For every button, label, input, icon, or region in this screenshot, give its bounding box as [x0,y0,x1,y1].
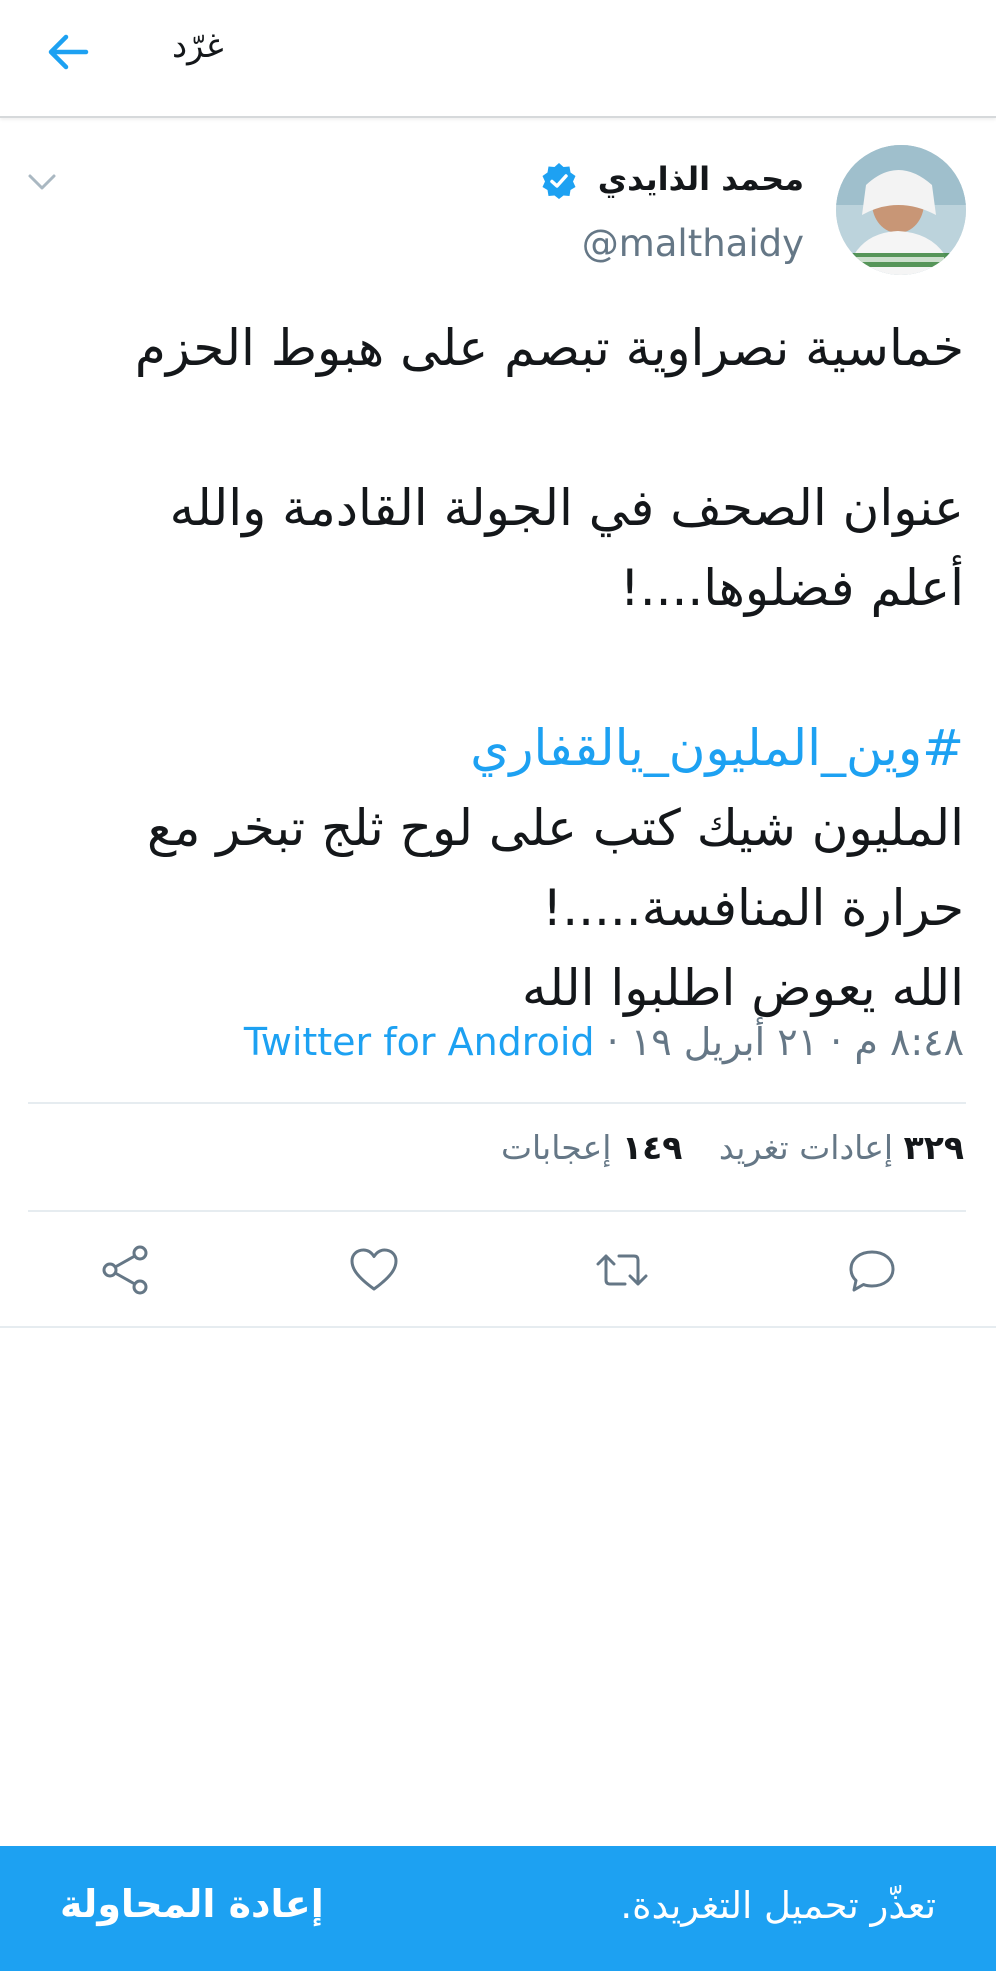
avatar-image [836,145,966,275]
snackbar-message: تعذّر تحميل التغريدة. [620,1884,936,1927]
reply-icon[interactable] [844,1242,900,1298]
avatar[interactable] [836,145,966,275]
hashtag-link[interactable]: #وين_المليون_يالقفاري [32,708,964,788]
tweet-time: ٨:٤٨ م [854,1020,964,1064]
chevron-down-icon[interactable] [26,170,58,194]
page-title: غرّد [172,26,224,66]
retweet-icon[interactable] [594,1242,650,1298]
divider [28,1102,966,1104]
meta-separator: · [830,1020,843,1064]
author-name[interactable]: محمد الذايدي [598,160,804,198]
tweet-line: أعلم فضلوها....! [619,559,964,617]
meta-separator: · [606,1020,619,1064]
tweet-line: المليون شيك كتب على لوح ثلج تبخر مع [147,799,964,857]
share-icon[interactable] [98,1242,154,1298]
arrow-left-icon [48,34,89,70]
tweet-source-link[interactable]: Twitter for Android [244,1020,595,1064]
tweet-line: حرارة المنافسة.....! [542,879,964,937]
retweets-label: إعادات تغريد [718,1128,894,1167]
retweets-count: ٣٢٩ [903,1128,964,1167]
tweet-detail-screen: غرّد محمد الذايدي @malthaidy خماسية نصرا… [0,0,996,1971]
heart-icon[interactable] [346,1242,402,1298]
author-handle[interactable]: @malthaidy [582,222,804,265]
top-app-bar: غرّد [0,0,996,118]
divider [0,1326,996,1328]
likes-label: إعجابات [500,1128,612,1167]
tweet-actions-bar [0,1230,996,1310]
verified-badge-icon [542,163,576,199]
retry-button[interactable]: إعادة المحاولة [60,1882,324,1926]
likes-stat[interactable]: ١٤٩ إعجابات [501,1128,682,1167]
tweet-date: ٢١ أبريل ١٩ [630,1020,819,1064]
retweets-stat[interactable]: ٣٢٩ إعادات تغريد [719,1128,964,1167]
divider [28,1210,966,1212]
tweet-text: خماسية نصراوية تبصم على هبوط الحزم عنوان… [32,308,964,1028]
tweet-line: خماسية نصراوية تبصم على هبوط الحزم [134,319,964,377]
tweet-line: عنوان الصحف في الجولة القادمة والله [169,479,964,537]
tweet-meta: ٨:٤٨ م · ٢١ أبريل ١٩ · Twitter for Andro… [244,1020,964,1064]
tweet-line: الله يعوض اطلبوا الله [521,959,964,1017]
back-button[interactable] [40,24,96,80]
error-snackbar: تعذّر تحميل التغريدة. إعادة المحاولة [0,1846,996,1971]
likes-count: ١٤٩ [621,1128,683,1167]
tweet-stats: ٣٢٩ إعادات تغريد ١٤٩ إعجابات [475,1128,964,1167]
